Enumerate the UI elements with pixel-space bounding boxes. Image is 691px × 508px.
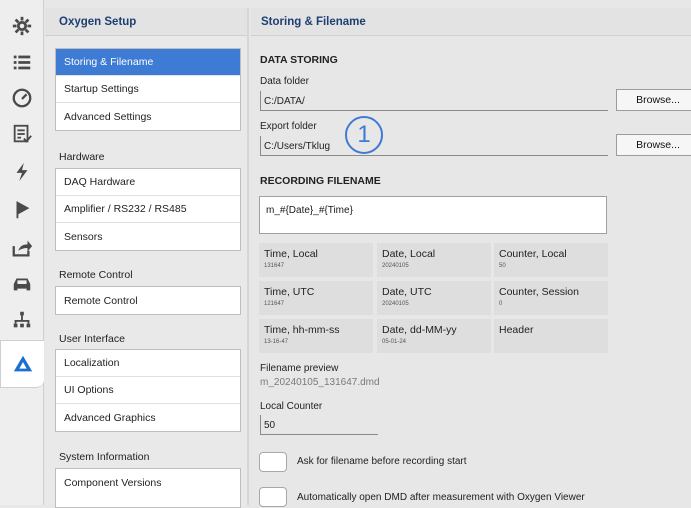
panel-title: Oxygen Setup <box>45 8 247 36</box>
gear-icon[interactable] <box>0 8 44 44</box>
export-icon[interactable] <box>0 230 44 266</box>
setup-nav-panel: Oxygen Setup Storing & Filename Startup … <box>45 8 249 508</box>
annotation-callout: 1 <box>345 116 383 154</box>
token-tile[interactable]: Counter, Local 50 <box>494 243 608 277</box>
filename-pattern-input[interactable]: m_#{Date}_#{Time} <box>259 196 607 234</box>
auto-open-dmd-checkbox[interactable] <box>259 487 287 507</box>
token-tile[interactable]: Time, Local 131647 <box>259 243 373 277</box>
token-title: Counter, Session <box>499 286 579 298</box>
group-label-hardware: Hardware <box>59 151 105 163</box>
token-tile[interactable]: Date, dd-MM-yy 05-01-24 <box>377 319 491 353</box>
token-title: Time, Local <box>264 248 318 260</box>
token-title: Counter, Local <box>499 248 567 260</box>
group-label-user-interface: User Interface <box>59 333 125 345</box>
nav-item-advanced-settings[interactable]: Advanced Settings <box>56 103 240 130</box>
logo-icon[interactable] <box>0 340 44 388</box>
token-title: Date, UTC <box>382 286 432 298</box>
storage-group: Storing & Filename Startup Settings Adva… <box>55 48 241 131</box>
nav-item-remote-control[interactable]: Remote Control <box>56 287 240 314</box>
hardware-group: DAQ Hardware Amplifier / RS232 / RS485 S… <box>55 168 241 251</box>
flag-icon[interactable] <box>0 192 44 228</box>
token-sample: 20240105 <box>382 301 409 307</box>
nav-item-amplifier[interactable]: Amplifier / RS232 / RS485 <box>56 196 240 223</box>
token-title: Time, UTC <box>264 286 315 298</box>
data-folder-field[interactable]: C:/DATA/ <box>260 91 608 111</box>
token-title: Header <box>499 324 534 336</box>
token-sample: 50 <box>499 263 506 269</box>
token-sample: 131647 <box>264 263 285 269</box>
ask-filename-label: Ask for filename before recording start <box>297 456 467 467</box>
token-tile[interactable]: Date, UTC 20240105 <box>377 281 491 315</box>
list-icon[interactable] <box>0 44 44 80</box>
token-sample: 20240105 <box>382 263 409 269</box>
local-counter-input[interactable]: 50 <box>260 415 378 435</box>
token-tile[interactable]: Date, Local 20240105 <box>377 243 491 277</box>
token-title: Date, dd-MM-yy <box>382 324 457 336</box>
lightning-icon[interactable] <box>0 154 44 190</box>
icon-rail <box>0 0 44 505</box>
auto-open-dmd-label: Automatically open DMD after measurement… <box>297 492 585 503</box>
token-tile[interactable]: Time, hh-mm-ss 13-16-47 <box>259 319 373 353</box>
token-tile[interactable]: Header <box>494 319 608 353</box>
token-title: Time, hh-mm-ss <box>264 324 340 336</box>
section-data-storing: DATA STORING <box>260 54 338 66</box>
token-tile[interactable]: Time, UTC 121647 <box>259 281 373 315</box>
section-recording-filename: RECORDING FILENAME <box>260 175 381 187</box>
filename-preview-label: Filename preview <box>260 363 339 374</box>
ask-filename-checkbox[interactable] <box>259 452 287 472</box>
token-title: Date, Local <box>382 248 436 260</box>
nav-item-ui-options[interactable]: UI Options <box>56 377 240 404</box>
report-icon[interactable] <box>0 116 44 152</box>
nav-item-sensors[interactable]: Sensors <box>56 223 240 250</box>
content-panel: Storing & Filename DATA STORING Data fol… <box>251 8 691 507</box>
group-label-remote-control: Remote Control <box>59 269 133 281</box>
export-folder-label: Export folder <box>260 121 317 132</box>
sysinfo-group: Component Versions <box>55 468 241 508</box>
group-label-system-information: System Information <box>59 451 150 463</box>
data-folder-label: Data folder <box>260 76 309 87</box>
nav-item-startup-settings[interactable]: Startup Settings <box>56 76 240 103</box>
gauge-icon[interactable] <box>0 80 44 116</box>
ui-group: Localization UI Options Advanced Graphic… <box>55 349 241 432</box>
data-folder-browse-button[interactable]: Browse... <box>616 89 691 111</box>
network-icon[interactable] <box>0 302 44 338</box>
token-sample: 05-01-24 <box>382 339 407 345</box>
nav-item-storing-filename[interactable]: Storing & Filename <box>56 49 240 76</box>
token-sample: 13-16-47 <box>264 339 289 345</box>
local-counter-label: Local Counter <box>260 401 323 412</box>
token-tile[interactable]: Counter, Session 0 <box>494 281 608 315</box>
content-title: Storing & Filename <box>251 8 691 36</box>
token-sample: 0 <box>499 301 503 307</box>
export-folder-field[interactable]: C:/Users/Tklug <box>260 136 608 156</box>
export-folder-browse-button[interactable]: Browse... <box>616 134 691 156</box>
remote-group: Remote Control <box>55 286 241 315</box>
nav-item-advanced-graphics[interactable]: Advanced Graphics <box>56 404 240 431</box>
nav-item-daq-hardware[interactable]: DAQ Hardware <box>56 169 240 196</box>
filename-preview-value: m_20240105_131647.dmd <box>260 377 380 388</box>
token-sample: 121647 <box>264 301 285 307</box>
car-icon[interactable] <box>0 266 44 302</box>
nav-item-localization[interactable]: Localization <box>56 350 240 377</box>
nav-item-component-versions[interactable]: Component Versions <box>56 469 240 496</box>
